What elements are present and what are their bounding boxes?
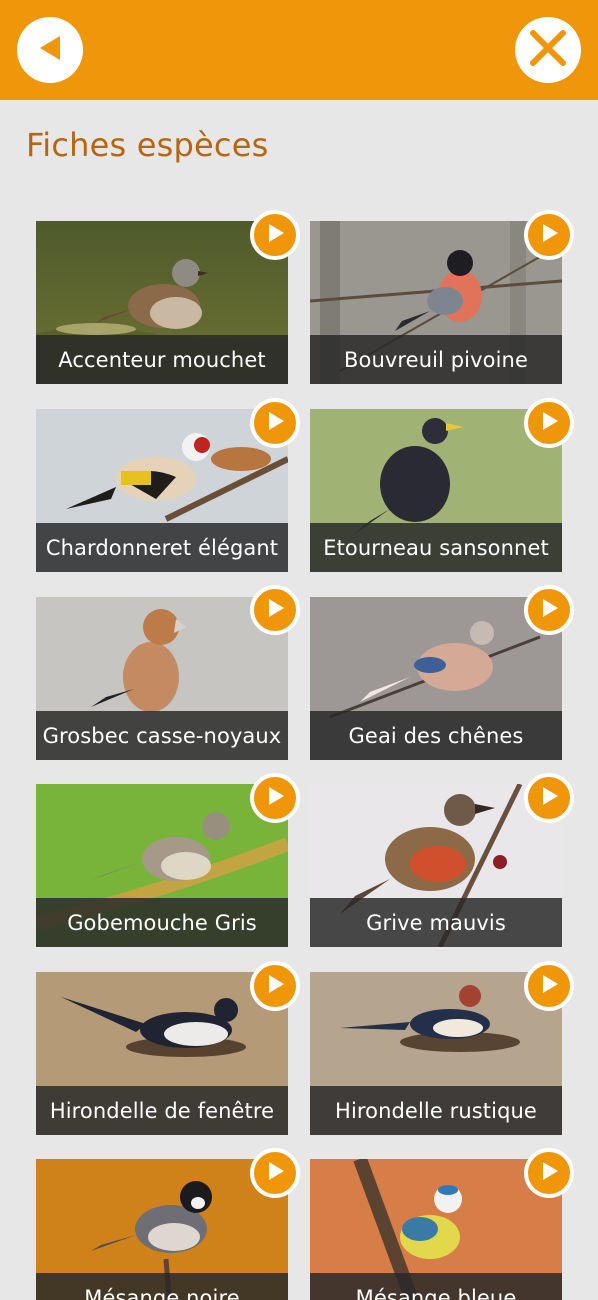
play-icon (264, 785, 286, 811)
species-card-grive-mauvis[interactable]: Grive mauvis (310, 784, 562, 947)
species-name: Grive mauvis (366, 910, 506, 935)
species-card-etourneau-sansonnet[interactable]: Etourneau sansonnet (310, 409, 562, 572)
play-icon (538, 597, 560, 623)
species-card-grosbec-casse-noyaux[interactable]: Grosbec casse-noyaux (36, 597, 288, 760)
species-label-bar: Gobemouche Gris (36, 898, 288, 947)
play-button-chardonneret-elegant[interactable] (250, 398, 300, 448)
species-name: Geai des chênes (348, 723, 524, 748)
species-name: Bouvreuil pivoine (344, 347, 528, 372)
species-name: Grosbec casse-noyaux (42, 723, 282, 748)
species-name: Accenteur mouchet (58, 347, 266, 372)
play-button-hirondelle-de-fenetre[interactable] (250, 961, 300, 1011)
play-button-grive-mauvis[interactable] (524, 773, 574, 823)
species-card-accenteur-mouchet[interactable]: Accenteur mouchet (36, 221, 288, 384)
species-label-bar: Grive mauvis (310, 898, 562, 947)
play-icon (264, 410, 286, 436)
species-card-geai-des-chenes[interactable]: Geai des chênes (310, 597, 562, 760)
species-label-bar: Mésange noire (36, 1273, 288, 1300)
play-icon (264, 973, 286, 999)
species-label-bar: Chardonneret élégant (36, 523, 288, 572)
play-icon (538, 410, 560, 436)
species-label-bar: Hirondelle rustique (310, 1086, 562, 1135)
play-button-mesange-noire[interactable] (250, 1148, 300, 1198)
play-icon (264, 1160, 286, 1186)
play-icon (264, 222, 286, 248)
species-card-hirondelle-de-fenetre[interactable]: Hirondelle de fenêtre (36, 972, 288, 1135)
species-name: Hirondelle de fenêtre (49, 1098, 275, 1123)
species-name: Etourneau sansonnet (323, 535, 549, 560)
play-button-grosbec-casse-noyaux[interactable] (250, 585, 300, 635)
play-button-gobemouche-gris[interactable] (250, 773, 300, 823)
species-card-gobemouche-gris[interactable]: Gobemouche Gris (36, 784, 288, 947)
species-card-hirondelle-rustique[interactable]: Hirondelle rustique (310, 972, 562, 1135)
play-button-accenteur-mouchet[interactable] (250, 210, 300, 260)
species-name: Hirondelle rustique (335, 1098, 537, 1123)
play-icon (264, 597, 286, 623)
play-icon (538, 1160, 560, 1186)
play-button-bouvreuil-pivoine[interactable] (524, 210, 574, 260)
species-name: Mésange noire (84, 1285, 240, 1300)
play-icon (538, 973, 560, 999)
play-icon (538, 785, 560, 811)
play-button-mesange-bleue[interactable] (524, 1148, 574, 1198)
species-grid: Accenteur mouchet Bouvreuil pivoine Char… (0, 0, 598, 1300)
play-button-etourneau-sansonnet[interactable] (524, 398, 574, 448)
play-icon (538, 222, 560, 248)
species-label-bar: Grosbec casse-noyaux (36, 711, 288, 760)
app-screen: Fiches espèces Accenteur mouchet Bouvreu… (0, 0, 598, 1300)
species-name: Mésange bleue (355, 1285, 517, 1300)
species-name: Chardonneret élégant (45, 535, 279, 560)
species-card-bouvreuil-pivoine[interactable]: Bouvreuil pivoine (310, 221, 562, 384)
species-label-bar: Bouvreuil pivoine (310, 335, 562, 384)
play-button-geai-des-chenes[interactable] (524, 585, 574, 635)
species-label-bar: Hirondelle de fenêtre (36, 1086, 288, 1135)
species-label-bar: Mésange bleue (310, 1273, 562, 1300)
species-name: Gobemouche Gris (67, 910, 257, 935)
species-label-bar: Etourneau sansonnet (310, 523, 562, 572)
play-button-hirondelle-rustique[interactable] (524, 961, 574, 1011)
species-label-bar: Accenteur mouchet (36, 335, 288, 384)
species-label-bar: Geai des chênes (310, 711, 562, 760)
species-card-chardonneret-elegant[interactable]: Chardonneret élégant (36, 409, 288, 572)
